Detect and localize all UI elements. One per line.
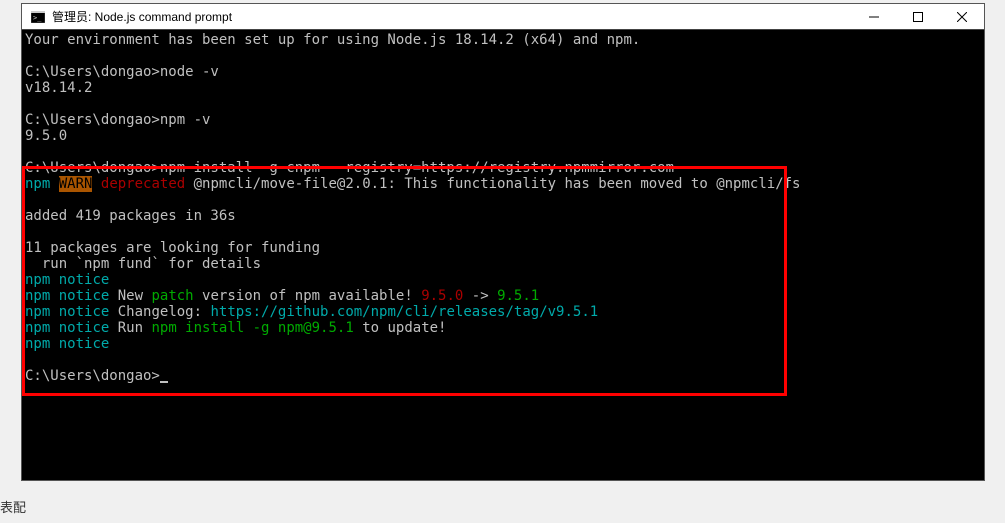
page-label: 表配: [0, 497, 26, 516]
command-text: npm -v: [160, 112, 211, 128]
output-line: added 419 packages in 36s: [25, 208, 981, 224]
npm-label: npm: [25, 320, 50, 336]
output-line: [25, 352, 981, 368]
output-line: npm notice New patch version of npm avai…: [25, 288, 981, 304]
app-icon: >_: [30, 9, 46, 25]
output-line: 11 packages are looking for funding: [25, 240, 981, 256]
notice-text: New: [109, 288, 151, 304]
prompt-text: C:\Users\dongao>: [25, 368, 160, 384]
new-version: 9.5.1: [497, 288, 539, 304]
notice-text: version of npm available!: [194, 288, 422, 304]
npm-label: npm: [25, 304, 50, 320]
warn-label: WARN: [59, 176, 93, 192]
window-controls: [852, 4, 984, 29]
npm-label: npm: [25, 176, 50, 192]
titlebar[interactable]: >_ 管理员: Node.js command prompt: [22, 4, 984, 30]
output-line: Your environment has been set up for usi…: [25, 32, 981, 48]
minimize-button[interactable]: [852, 4, 896, 29]
output-line: [25, 144, 981, 160]
prompt-line: C:\Users\dongao>: [25, 368, 981, 384]
npm-label: npm: [25, 336, 50, 352]
deprecated-msg: @npmcli/move-file@2.0.1: This functional…: [185, 176, 800, 192]
notice-patch: patch: [151, 288, 193, 304]
output-line: v18.14.2: [25, 80, 981, 96]
terminal-body[interactable]: Your environment has been set up for usi…: [22, 30, 984, 480]
notice-text: Changelog:: [109, 304, 210, 320]
notice-label: notice: [59, 288, 110, 304]
notice-text: ->: [463, 288, 497, 304]
changelog-url: https://github.com/npm/cli/releases/tag/…: [210, 304, 598, 320]
output-line: npm notice: [25, 272, 981, 288]
output-line: [25, 224, 981, 240]
notice-label: notice: [59, 272, 110, 288]
update-command: npm install -g npm@9.5.1: [151, 320, 353, 336]
npm-label: npm: [25, 288, 50, 304]
prompt-line: C:\Users\dongao>npm install -g cnpm --re…: [25, 160, 981, 176]
svg-text:>_: >_: [33, 14, 42, 22]
notice-text: Run: [109, 320, 151, 336]
prompt-text: C:\Users\dongao>: [25, 112, 160, 128]
command-text: node -v: [160, 64, 219, 80]
output-line: 9.5.0: [25, 128, 981, 144]
prompt-text: C:\Users\dongao>: [25, 160, 160, 176]
deprecated-label: deprecated: [101, 176, 185, 192]
close-button[interactable]: [940, 4, 984, 29]
maximize-button[interactable]: [896, 4, 940, 29]
output-line: run `npm fund` for details: [25, 256, 981, 272]
output-line: npm notice Run npm install -g npm@9.5.1 …: [25, 320, 981, 336]
output-line: [25, 96, 981, 112]
output-line: [25, 48, 981, 64]
output-line: npm notice Changelog: https://github.com…: [25, 304, 981, 320]
cursor-icon: [160, 381, 168, 383]
notice-label: notice: [59, 336, 110, 352]
notice-text: to update!: [354, 320, 447, 336]
output-line: [25, 192, 981, 208]
terminal-window: >_ 管理员: Node.js command prompt Your envi…: [21, 3, 985, 481]
prompt-line: C:\Users\dongao>node -v: [25, 64, 981, 80]
output-line: npm WARN deprecated @npmcli/move-file@2.…: [25, 176, 981, 192]
prompt-text: C:\Users\dongao>: [25, 64, 160, 80]
prompt-line: C:\Users\dongao>npm -v: [25, 112, 981, 128]
notice-label: notice: [59, 304, 110, 320]
output-line: npm notice: [25, 336, 981, 352]
window-title: 管理员: Node.js command prompt: [52, 8, 852, 25]
old-version: 9.5.0: [421, 288, 463, 304]
npm-label: npm: [25, 272, 50, 288]
command-text: npm install -g cnpm --registry=https://r…: [160, 160, 674, 176]
notice-label: notice: [59, 320, 110, 336]
